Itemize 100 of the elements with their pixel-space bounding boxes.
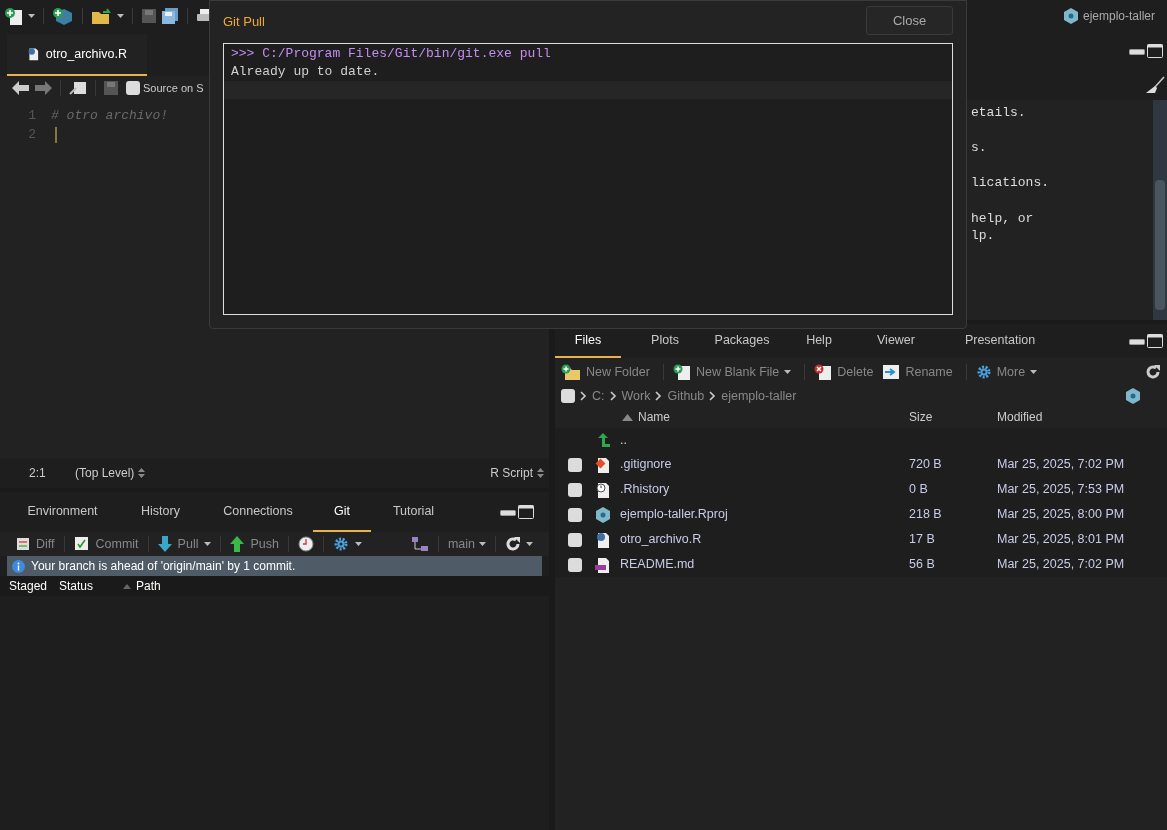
toolbar-button[interactable]: Push xyxy=(230,534,279,554)
text-cursor xyxy=(55,126,57,143)
refresh-icon[interactable] xyxy=(505,536,521,552)
checkmark-icon xyxy=(73,536,90,552)
file-modified: Mar 25, 2025, 8:00 PM xyxy=(997,506,1125,524)
new-project-icon[interactable] xyxy=(52,7,74,25)
maximize-icon[interactable] xyxy=(1147,44,1163,58)
minimize-icon[interactable] xyxy=(1129,337,1145,345)
panel-tab[interactable]: Help xyxy=(786,324,852,358)
console-text: etails. xyxy=(971,104,1027,122)
file-type-selector[interactable]: R Script xyxy=(490,464,544,482)
panel-tab[interactable]: Connections xyxy=(203,492,313,532)
panel-tab[interactable]: Viewer xyxy=(863,324,929,358)
branch-icon[interactable] xyxy=(410,536,429,552)
column-header[interactable]: Name xyxy=(638,408,909,426)
popout-icon[interactable] xyxy=(69,81,87,95)
panel-tab[interactable]: Presentation xyxy=(940,324,1060,358)
close-button[interactable]: Close xyxy=(866,6,953,35)
file-modified: Mar 25, 2025, 7:02 PM xyxy=(997,556,1125,574)
toolbar-button[interactable]: Diff xyxy=(16,534,55,554)
up-down-caret-icon xyxy=(537,468,544,478)
checkbox[interactable] xyxy=(568,507,582,522)
checkbox[interactable] xyxy=(568,457,582,472)
output-line: Already up to date. xyxy=(231,63,381,81)
panel-tab[interactable]: Environment xyxy=(7,492,118,532)
file-modified: Mar 25, 2025, 7:53 PM xyxy=(997,481,1125,499)
file-size: 720 B xyxy=(909,456,943,474)
checkbox[interactable] xyxy=(568,532,582,547)
broom-icon[interactable] xyxy=(1145,76,1165,94)
file-size: 0 B xyxy=(909,481,929,499)
hexagon-icon xyxy=(1062,8,1079,24)
checkbox[interactable] xyxy=(126,81,140,95)
project-name[interactable]: ejemplo-taller xyxy=(1082,7,1155,25)
checkbox[interactable] xyxy=(568,482,582,497)
editor-tab[interactable]: otro_archivo.R xyxy=(7,34,147,76)
file-size: 218 B xyxy=(909,506,943,524)
panel-tab[interactable]: Tutorial xyxy=(371,492,456,532)
column-header[interactable]: Staged xyxy=(9,577,59,595)
column-header[interactable]: Status xyxy=(59,577,123,595)
scrollbar-thumb[interactable] xyxy=(1155,180,1165,310)
file-name-link[interactable]: otro_archivo.R xyxy=(620,530,909,549)
checkbox[interactable] xyxy=(561,389,575,403)
hexagon-icon xyxy=(1125,388,1141,404)
column-header[interactable]: Modified xyxy=(997,408,1043,426)
breadcrumb-link[interactable]: C: xyxy=(592,386,605,406)
toolbar-button[interactable]: Pull xyxy=(157,534,212,554)
checkbox[interactable] xyxy=(568,557,582,572)
maximize-icon[interactable] xyxy=(518,505,534,519)
code-comment: # otro archivo! xyxy=(51,107,169,125)
toolbar-button[interactable]: New Blank File xyxy=(672,362,792,382)
panel-tab[interactable]: Packages xyxy=(709,324,775,358)
minimize-icon[interactable] xyxy=(1129,47,1145,55)
toolbar-button[interactable]: More xyxy=(975,362,1038,382)
toolbar-button[interactable]: Commit xyxy=(73,534,139,554)
command-line: >>> C:/Program Files/Git/bin/git.exe pull xyxy=(231,45,552,63)
file-name-link[interactable]: README.md xyxy=(620,555,909,574)
save-all-icon[interactable] xyxy=(161,7,179,25)
dialog-title: Git Pull xyxy=(223,13,265,32)
hexagon-icon xyxy=(595,506,611,523)
up-down-caret-icon xyxy=(138,468,146,478)
breadcrumb-link[interactable]: ejemplo-taller xyxy=(721,386,797,406)
breadcrumb-link[interactable]: Github xyxy=(667,386,705,406)
parent-folder-link[interactable]: .. xyxy=(620,430,627,450)
breadcrumb-link[interactable]: Work xyxy=(621,386,651,406)
caret-icon xyxy=(204,542,212,546)
refresh-icon[interactable] xyxy=(1145,364,1161,380)
history-file-icon xyxy=(595,481,611,498)
toolbar-button[interactable]: Rename xyxy=(882,362,953,382)
chevron-icon xyxy=(709,391,717,401)
open-folder-icon[interactable] xyxy=(91,8,113,24)
toolbar-button[interactable] xyxy=(297,536,314,552)
toolbar-button[interactable]: Delete xyxy=(814,362,874,382)
panel-tab[interactable]: History xyxy=(118,492,203,532)
column-header[interactable]: Size xyxy=(909,408,997,426)
r-file-icon xyxy=(595,531,611,548)
minimize-icon[interactable] xyxy=(500,508,516,516)
toolbar-button[interactable] xyxy=(332,536,362,552)
gear-icon xyxy=(332,536,349,552)
save-icon[interactable] xyxy=(141,8,157,24)
panel-tab[interactable]: Plots xyxy=(632,324,698,358)
toolbar-button[interactable]: New Folder xyxy=(561,362,650,382)
sort-icon xyxy=(123,583,131,589)
down-arrow-icon xyxy=(157,536,172,552)
source-on-save-label: Source on S xyxy=(143,80,204,96)
info-icon xyxy=(12,559,25,573)
back-arrow-icon[interactable] xyxy=(12,81,30,95)
file-name-link[interactable]: .gitignore xyxy=(620,455,909,474)
clock-icon xyxy=(297,536,314,552)
file-name-link[interactable]: .Rhistory xyxy=(620,480,909,499)
console-text: help, or xyxy=(971,209,1035,228)
file-name-link[interactable]: ejemplo-taller.Rproj xyxy=(620,505,909,524)
column-header[interactable]: Path xyxy=(136,577,161,595)
maximize-icon[interactable] xyxy=(1147,334,1163,348)
chevron-icon xyxy=(655,391,663,401)
caret-icon xyxy=(117,14,124,18)
caret-icon xyxy=(354,542,362,546)
new-file-icon[interactable] xyxy=(4,7,24,25)
branch-selector[interactable]: main xyxy=(447,534,486,554)
forward-arrow-icon[interactable] xyxy=(34,81,52,95)
scope-selector[interactable]: (Top Level) xyxy=(75,464,146,482)
